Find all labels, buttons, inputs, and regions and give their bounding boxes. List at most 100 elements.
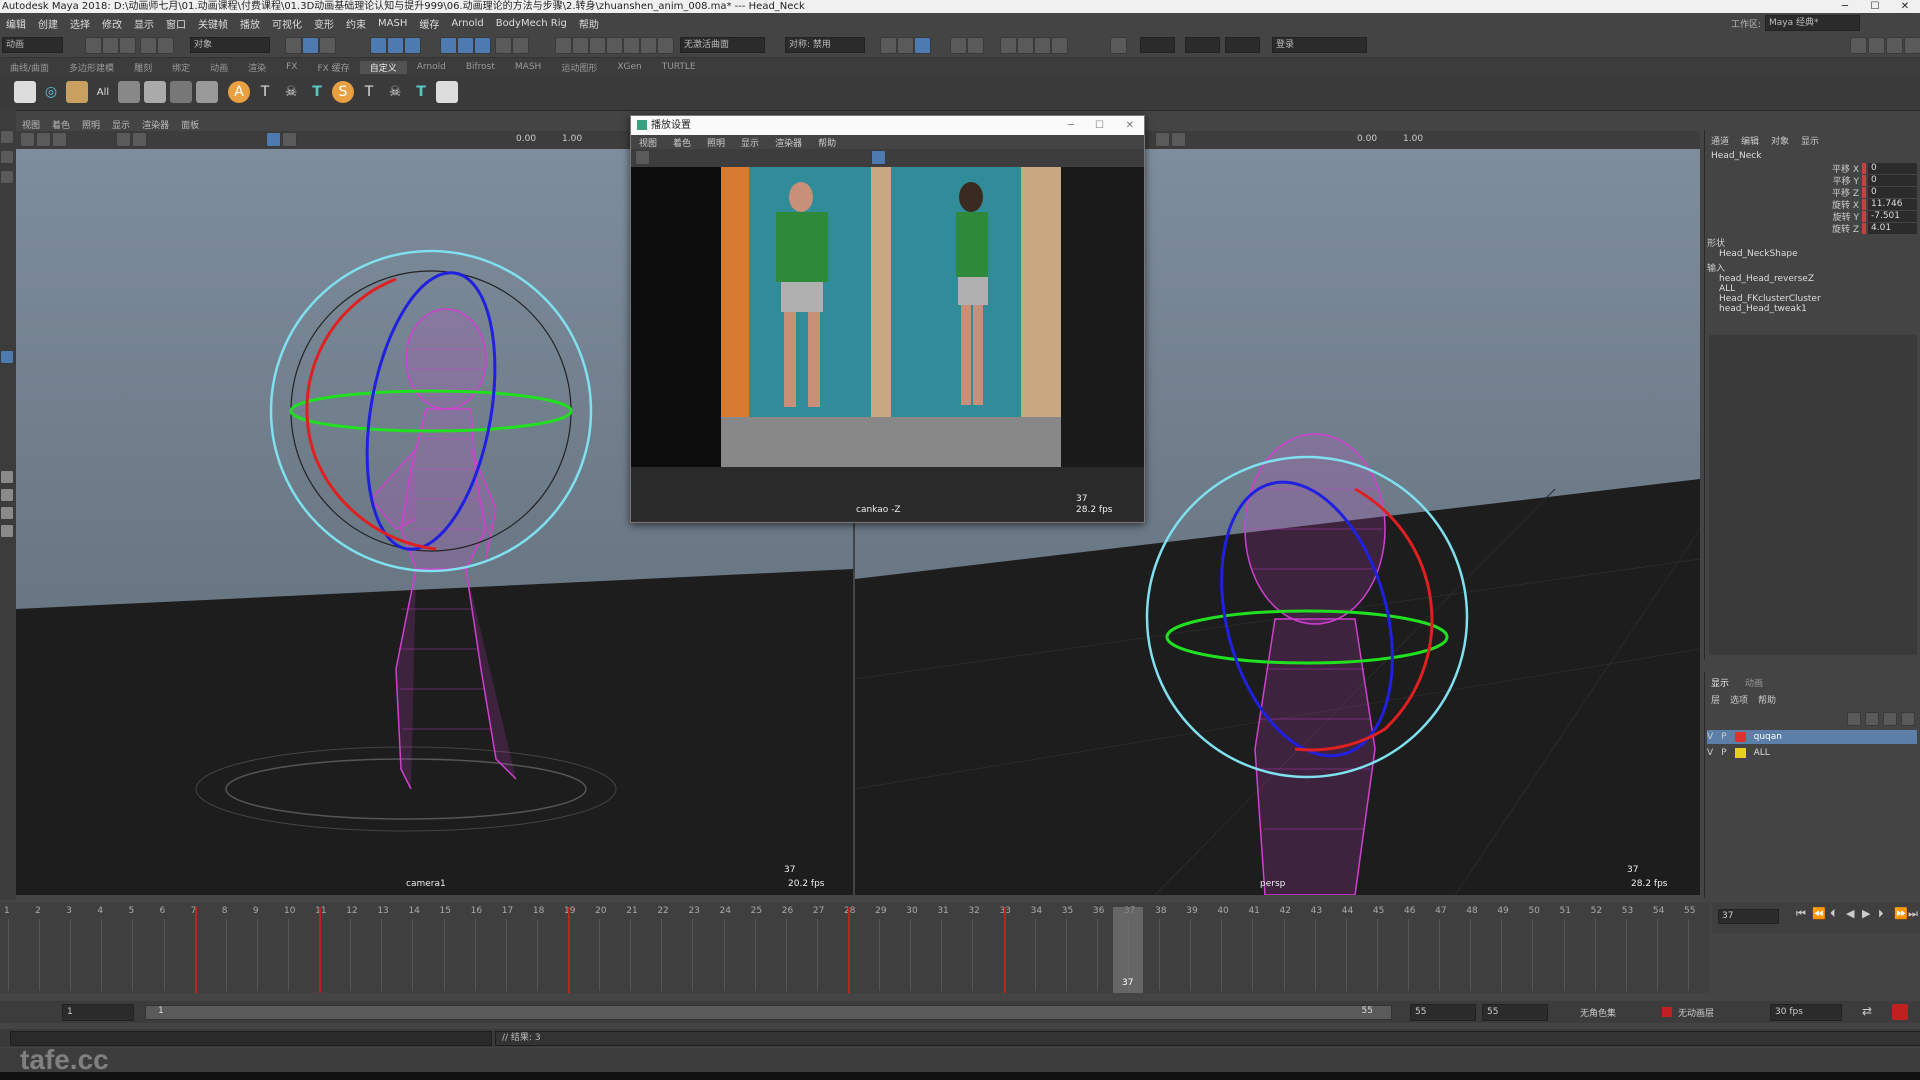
keyframe-marker[interactable] <box>568 907 570 993</box>
attribute-editor-icon[interactable] <box>1886 37 1903 54</box>
menu-item[interactable]: 可视化 <box>266 16 308 31</box>
wireframe-icon[interactable] <box>132 132 147 147</box>
panel-menu-item[interactable]: 显示 <box>106 118 136 131</box>
range-bar[interactable]: 1 55 <box>145 1005 1392 1020</box>
shaded-icon[interactable] <box>282 132 297 147</box>
select-component-icon[interactable] <box>319 37 336 54</box>
attribute-value[interactable]: 11.746 <box>1868 198 1917 210</box>
layer-playback[interactable]: P <box>1721 748 1726 758</box>
t-pose-icon[interactable]: T <box>254 81 276 103</box>
teal-t-alt-icon[interactable]: T <box>410 81 432 103</box>
attribute-value[interactable]: -7.501 <box>1868 210 1917 222</box>
construction-history-icon[interactable] <box>589 37 606 54</box>
layer-menu-item[interactable]: 选项 <box>1730 693 1748 706</box>
menu-item[interactable]: 播放 <box>234 16 266 31</box>
script-tool-icon[interactable] <box>118 81 140 103</box>
shelf-tab[interactable]: XGen <box>607 62 651 72</box>
playblast-close-button[interactable]: ✕ <box>1126 116 1134 135</box>
shelf-tab[interactable]: FX <box>276 62 307 72</box>
snap-point-icon[interactable] <box>404 37 421 54</box>
modeling-toolkit-icon[interactable] <box>1850 37 1867 54</box>
attribute-value[interactable]: 0 <box>1868 162 1917 174</box>
joint-tool-icon[interactable]: T <box>358 81 380 103</box>
editor-tool-icon[interactable] <box>196 81 218 103</box>
snap-grid-icon[interactable] <box>370 37 387 54</box>
layer-tab-anim[interactable]: 动画 <box>1745 676 1763 689</box>
panel-menu-item[interactable]: 照明 <box>699 136 733 149</box>
attribute-row[interactable]: 平移 Y0 <box>1819 174 1917 187</box>
gamma-value[interactable]: 1.00 <box>1403 134 1423 144</box>
grid-toggle-icon[interactable] <box>116 132 131 147</box>
lock-icon[interactable] <box>495 37 512 54</box>
layout-two-icon[interactable] <box>0 506 14 520</box>
z-field[interactable] <box>1225 37 1260 53</box>
select-hierarchy-icon[interactable] <box>285 37 302 54</box>
render-frame-icon[interactable] <box>623 37 640 54</box>
shelf-tab[interactable]: TURTLE <box>652 62 706 72</box>
selected-object-name[interactable]: Head_Neck <box>1705 151 1920 161</box>
teal-t-icon[interactable]: T <box>306 81 328 103</box>
select-object-icon[interactable] <box>302 37 319 54</box>
panel-menu-item[interactable]: 视图 <box>631 136 665 149</box>
shelf-tab[interactable]: 多边形建模 <box>59 61 124 74</box>
layout-single-icon[interactable] <box>0 470 14 484</box>
xray-icon[interactable] <box>266 132 281 147</box>
shelf-tab[interactable]: 雕刻 <box>124 61 162 74</box>
character-set-dropdown[interactable]: 无角色集 <box>1580 1006 1616 1019</box>
graph-tool-icon[interactable] <box>170 81 192 103</box>
panel-layout-icon[interactable] <box>897 37 914 54</box>
grid-icon[interactable] <box>950 37 967 54</box>
redo-icon[interactable] <box>157 37 174 54</box>
rotate-tool-icon[interactable] <box>0 350 14 364</box>
panel-menu-item[interactable]: 显示 <box>733 136 767 149</box>
attribute-row[interactable]: 平移 Z0 <box>1819 186 1917 199</box>
keyframe-marker[interactable] <box>1003 907 1006 993</box>
channel-box-tab[interactable]: 对象 <box>1771 134 1789 147</box>
circle-tool-icon[interactable]: ◎ <box>40 81 62 103</box>
attribute-value[interactable]: 4.01 <box>1868 222 1917 234</box>
shelf-tab[interactable]: FX 缓存 <box>307 61 359 74</box>
grid-toggle-icon[interactable] <box>1155 132 1170 147</box>
input-node[interactable]: Head_FKclusterCluster <box>1705 294 1920 304</box>
input-node[interactable]: head_Head_tweak1 <box>1705 304 1920 314</box>
close-button[interactable]: ✕ <box>1890 0 1920 13</box>
keyframe-marker[interactable] <box>319 907 322 993</box>
gamma-value[interactable]: 1.00 <box>562 134 582 144</box>
menu-tool-icon[interactable] <box>144 81 166 103</box>
play-back-icon[interactable]: ◀ <box>1846 907 1854 920</box>
reference-viewport[interactable]: cankao -Z 37 28.2 fps <box>631 167 1144 521</box>
layer-row[interactable]: V P quqan <box>1707 730 1917 744</box>
shape-node[interactable]: Head_NeckShape <box>1705 249 1920 259</box>
render-settings-icon[interactable] <box>657 37 674 54</box>
snap-surface-icon[interactable] <box>457 37 474 54</box>
anim-end-field[interactable]: 55 <box>1482 1004 1548 1021</box>
xray-icon[interactable] <box>871 150 886 165</box>
wireframe-icon[interactable] <box>1171 132 1186 147</box>
panel-menu-item[interactable]: 着色 <box>46 118 76 131</box>
input-node[interactable]: ALL <box>1705 284 1920 294</box>
playblast-maximize-button[interactable]: ☐ <box>1095 116 1104 135</box>
channel-box-tab[interactable]: 显示 <box>1801 134 1819 147</box>
channel-box-tab[interactable]: 通道 <box>1711 134 1729 147</box>
move-layer-down-icon[interactable] <box>1865 712 1879 726</box>
step-back-key-icon[interactable]: ⏪ <box>1812 907 1826 920</box>
open-scene-icon[interactable] <box>102 37 119 54</box>
end-time-field[interactable]: 55 <box>1410 1004 1476 1021</box>
camera-icon[interactable] <box>967 37 984 54</box>
ipr-render-icon[interactable] <box>640 37 657 54</box>
snap-toggle-icon[interactable] <box>1034 37 1051 54</box>
playblast-minimize-button[interactable]: ─ <box>1068 116 1074 135</box>
panel-menu-item[interactable]: 着色 <box>665 136 699 149</box>
login-dropdown[interactable]: 登录 <box>1272 37 1367 53</box>
panel-menu-item[interactable]: 帮助 <box>810 136 844 149</box>
attribute-row[interactable]: 平移 X0 <box>1819 162 1917 175</box>
camera-lock-icon[interactable] <box>36 132 51 147</box>
menu-item[interactable]: 创建 <box>32 16 64 31</box>
current-frame-field[interactable]: 37 <box>1718 909 1779 924</box>
layer-row[interactable]: V P ALL <box>1707 746 1917 760</box>
new-layer-selected-icon[interactable] <box>1901 712 1915 726</box>
panel-menu-item[interactable]: 渲染器 <box>767 136 810 149</box>
pause-icon[interactable] <box>1051 37 1068 54</box>
layer-playback[interactable]: P <box>1721 732 1726 742</box>
skull-icon[interactable]: ☠ <box>280 81 302 103</box>
